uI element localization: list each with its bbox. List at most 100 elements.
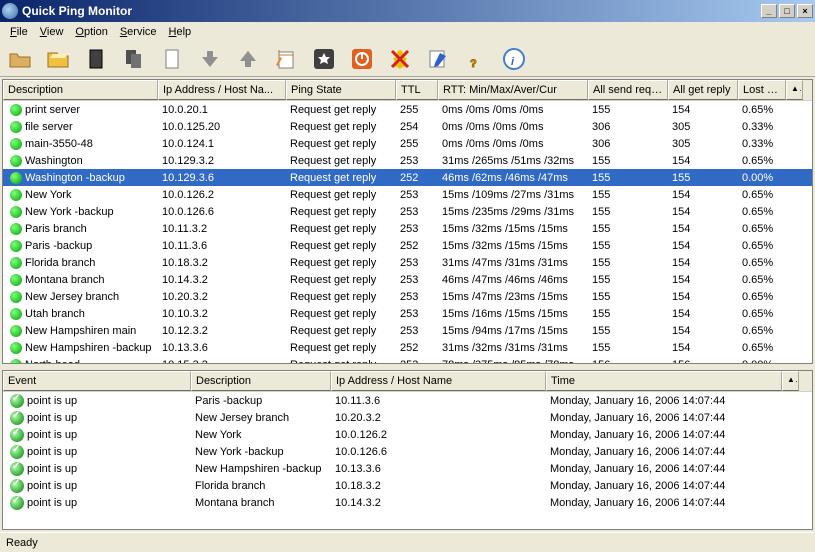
cell-send: 306 — [588, 120, 668, 134]
cell-ttl: 253 — [396, 358, 438, 364]
col-send[interactable]: All send reque... — [588, 80, 668, 100]
cell-ip: 10.0.126.6 — [158, 205, 286, 219]
host-grid-body[interactable]: print server10.0.20.1Request get reply25… — [3, 101, 812, 363]
status-dot-icon — [10, 189, 22, 201]
table-row[interactable]: New York10.0.126.2Request get reply25315… — [3, 186, 812, 203]
cell-ip: 10.0.126.2 — [158, 188, 286, 202]
burst-icon[interactable] — [310, 45, 338, 73]
table-row[interactable]: Montana branch10.14.3.2Request get reply… — [3, 271, 812, 288]
cell-get: 305 — [668, 137, 738, 151]
evcell-event: point is up — [3, 427, 191, 443]
menu-view[interactable]: View — [34, 24, 70, 40]
cell-desc: New York — [3, 188, 158, 202]
cell-desc: print server — [3, 103, 158, 117]
ev-scroll-up[interactable]: ▲ — [782, 371, 799, 391]
minimize-button[interactable]: _ — [761, 4, 777, 18]
close-button[interactable]: × — [797, 4, 813, 18]
event-row[interactable]: point is upMontana branch10.14.3.2Monday… — [3, 494, 812, 511]
cell-lost: 0.65% — [738, 324, 786, 338]
event-row[interactable]: point is upNew York -backup10.0.126.6Mon… — [3, 443, 812, 460]
table-row[interactable]: Florida branch10.18.3.2Request get reply… — [3, 254, 812, 271]
scroll-up[interactable]: ▲ — [786, 80, 803, 100]
check-icon — [10, 411, 24, 425]
table-row[interactable]: Washington -backup10.129.3.6Request get … — [3, 169, 812, 186]
cell-send: 155 — [588, 256, 668, 270]
menu-help[interactable]: Help — [163, 24, 198, 40]
status-dot-icon — [10, 121, 22, 133]
up-icon[interactable] — [234, 45, 262, 73]
titlebar[interactable]: Quick Ping Monitor _ □ × — [0, 0, 815, 22]
cell-lost: 0.65% — [738, 154, 786, 168]
cell-state: Request get reply — [286, 239, 396, 253]
open-icon[interactable] — [6, 45, 34, 73]
edit-icon[interactable] — [424, 45, 452, 73]
menu-file[interactable]: File — [4, 24, 34, 40]
table-row[interactable]: Washington10.129.3.2Request get reply253… — [3, 152, 812, 169]
event-row[interactable]: point is upNew Jersey branch10.20.3.2Mon… — [3, 409, 812, 426]
col-rtt[interactable]: RTT: Min/Max/Aver/Cur — [438, 80, 588, 100]
table-row[interactable]: New Hampshiren -backup10.13.3.6Request g… — [3, 339, 812, 356]
evcell-ip: 10.0.126.6 — [331, 445, 546, 459]
power-icon[interactable] — [348, 45, 376, 73]
table-row[interactable]: main-3550-4810.0.124.1Request get reply2… — [3, 135, 812, 152]
info-icon[interactable]: i — [500, 45, 528, 73]
maximize-button[interactable]: □ — [779, 4, 795, 18]
cell-get: 154 — [668, 222, 738, 236]
status-dot-icon — [10, 274, 22, 286]
down-icon[interactable] — [196, 45, 224, 73]
col-state[interactable]: Ping State — [286, 80, 396, 100]
cell-send: 155 — [588, 239, 668, 253]
table-row[interactable]: Paris -backup10.11.3.6Request get reply2… — [3, 237, 812, 254]
cell-ip: 10.129.3.2 — [158, 154, 286, 168]
evcol-time[interactable]: Time — [546, 371, 782, 391]
cell-lost: 0.65% — [738, 188, 786, 202]
cell-state: Request get reply — [286, 171, 396, 185]
cell-lost: 0.65% — [738, 205, 786, 219]
disabled-icon[interactable] — [386, 45, 414, 73]
event-grid-body[interactable]: point is upParis -backup10.11.3.6Monday,… — [3, 392, 812, 529]
col-desc[interactable]: Description — [3, 80, 158, 100]
col-lost[interactable]: Lost rate — [738, 80, 786, 100]
save-icon[interactable] — [44, 45, 72, 73]
col-get[interactable]: All get reply — [668, 80, 738, 100]
cell-lost: 0.00% — [738, 171, 786, 185]
table-row[interactable]: New York -backup10.0.126.6Request get re… — [3, 203, 812, 220]
new-doc-icon[interactable] — [82, 45, 110, 73]
copy-icon[interactable] — [120, 45, 148, 73]
help-icon[interactable]: ? — [462, 45, 490, 73]
note-icon[interactable] — [272, 45, 300, 73]
cell-ip: 10.15.3.2 — [158, 358, 286, 364]
event-row[interactable]: point is upParis -backup10.11.3.6Monday,… — [3, 392, 812, 409]
evcol-event[interactable]: Event — [3, 371, 191, 391]
cell-lost: 0.65% — [738, 103, 786, 117]
evcell-time: Monday, January 16, 2006 14:07:44 — [546, 462, 782, 476]
event-row[interactable]: point is upFlorida branch10.18.3.2Monday… — [3, 477, 812, 494]
evcol-desc[interactable]: Description — [191, 371, 331, 391]
event-row[interactable]: point is upNew Hampshiren -backup10.13.3… — [3, 460, 812, 477]
table-row[interactable]: New Jersey branch10.20.3.2Request get re… — [3, 288, 812, 305]
col-ttl[interactable]: TTL — [396, 80, 438, 100]
cell-send: 155 — [588, 222, 668, 236]
page-icon[interactable] — [158, 45, 186, 73]
menu-service[interactable]: Service — [114, 24, 163, 40]
table-row[interactable]: Utah branch10.10.3.2Request get reply253… — [3, 305, 812, 322]
table-row[interactable]: print server10.0.20.1Request get reply25… — [3, 101, 812, 118]
evcol-ip[interactable]: Ip Address / Host Name — [331, 371, 546, 391]
cell-get: 154 — [668, 188, 738, 202]
event-row[interactable]: point is upNew York10.0.126.2Monday, Jan… — [3, 426, 812, 443]
menubar: File View Option Service Help — [0, 22, 815, 42]
cell-ttl: 253 — [396, 290, 438, 304]
col-ip[interactable]: Ip Address / Host Na... — [158, 80, 286, 100]
evcell-desc: Montana branch — [191, 496, 331, 510]
table-row[interactable]: file server10.0.125.20Request get reply2… — [3, 118, 812, 135]
cell-lost: 0.65% — [738, 222, 786, 236]
window-title: Quick Ping Monitor — [22, 4, 759, 18]
status-dot-icon — [10, 359, 22, 364]
table-row[interactable]: North-head10.15.3.2Request get reply2537… — [3, 356, 812, 363]
cell-rtt: 0ms /0ms /0ms /0ms — [438, 120, 588, 134]
table-row[interactable]: Paris branch10.11.3.2Request get reply25… — [3, 220, 812, 237]
menu-option[interactable]: Option — [69, 24, 113, 40]
table-row[interactable]: New Hampshiren main10.12.3.2Request get … — [3, 322, 812, 339]
cell-lost: 0.65% — [738, 341, 786, 355]
cell-ttl: 253 — [396, 307, 438, 321]
